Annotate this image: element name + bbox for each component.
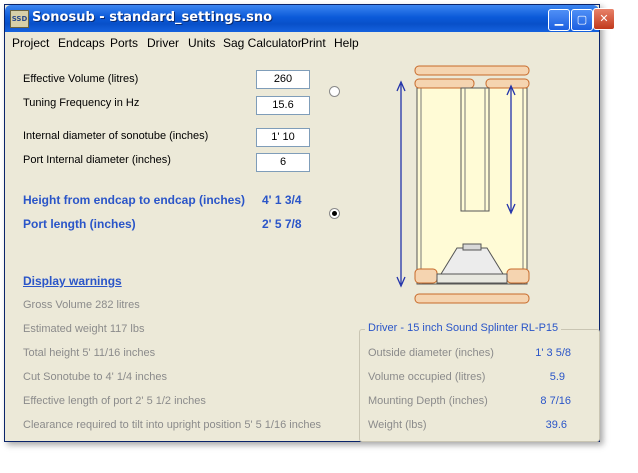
height-label: Height from endcap to endcap (inches) (23, 193, 246, 207)
port-length-radio[interactable] (329, 208, 340, 219)
subwoofer-diagram-svg (396, 65, 530, 304)
driver-group-title: Driver - 15 inch Sound Splinter RL-P15 (365, 322, 562, 334)
menu-bar: Project Endcaps Ports Driver Units Sag C… (5, 32, 599, 52)
menu-help[interactable]: Help (334, 36, 359, 50)
bottom-endcap-right (506, 268, 530, 284)
tuning-frequency-label: Tuning Frequency in Hz (23, 97, 140, 109)
menu-print[interactable]: Print (301, 36, 326, 50)
window-title: Sonosub - standard_settings.sno (32, 10, 273, 25)
menu-driver[interactable]: Driver (147, 36, 179, 50)
top-endcap-outer (414, 65, 530, 76)
clearance-text: Clearance required to tilt into upright … (23, 419, 322, 431)
estimated-weight-text: Estimated weight 117 lbs (23, 323, 145, 335)
effective-port-length-text: Effective length of port 2' 5 1/2 inches (23, 395, 206, 407)
height-value: 4' 1 3/4 (262, 193, 302, 207)
minimize-button[interactable]: ▁ (548, 9, 570, 31)
bottom-endcap-outer (414, 293, 530, 304)
title-bar[interactable]: SSD Sonosub - standard_settings.sno ▁ ▢ (5, 5, 599, 32)
effective-volume-label: Effective Volume (litres) (23, 73, 139, 85)
tuning-frequency-input[interactable]: 15.6 (256, 96, 310, 115)
driver-magnet (462, 243, 482, 251)
subwoofer-diagram (385, 62, 535, 312)
top-endcap-right (485, 78, 530, 89)
driver-weight-label: Weight (lbs) (368, 419, 427, 431)
driver-basket (436, 273, 508, 284)
internal-diameter-input[interactable]: 1' 10 (256, 128, 310, 147)
gross-volume-text: Gross Volume 282 litres (23, 299, 140, 311)
volume-radio[interactable] (329, 86, 340, 97)
menu-project[interactable]: Project (12, 36, 49, 50)
driver-outside-diameter-value: 1' 3 5/8 (535, 347, 571, 359)
menu-units[interactable]: Units (188, 36, 215, 50)
effective-volume-input[interactable]: 260 (256, 70, 310, 89)
cut-sonotube-text: Cut Sonotube to 4' 1/4 inches (23, 371, 167, 383)
driver-mounting-depth-label: Mounting Depth (inches) (368, 395, 488, 407)
display-warnings-link[interactable]: Display warnings (23, 274, 122, 288)
port-diameter-label: Port Internal diameter (inches) (23, 154, 171, 166)
app-window: SSD Sonosub - standard_settings.sno ▁ ▢ … (4, 4, 600, 442)
bottom-endcap-left (414, 268, 438, 284)
menu-ports[interactable]: Ports (110, 36, 138, 50)
menu-endcaps[interactable]: Endcaps (58, 36, 105, 50)
port-length-label: Port length (inches) (23, 217, 136, 231)
port-diameter-input[interactable]: 6 (256, 153, 310, 172)
total-height-text: Total height 5' 11/16 inches (23, 347, 156, 359)
menu-sag-calculator[interactable]: Sag Calculator (223, 36, 302, 50)
driver-weight-value: 39.6 (545, 419, 567, 431)
close-button[interactable]: ✕ (593, 8, 615, 30)
driver-mounting-depth-value: 8 7/16 (540, 395, 571, 407)
radio-selected-dot (332, 211, 337, 216)
driver-volume-label: Volume occupied (litres) (368, 371, 486, 383)
driver-outside-diameter-label: Outside diameter (inches) (368, 347, 494, 359)
main-panel: Effective Volume (litres) 260 Tuning Fre… (5, 52, 600, 442)
internal-diameter-label: Internal diameter of sonotube (inches) (23, 130, 209, 142)
maximize-button[interactable]: ▢ (571, 9, 593, 31)
port-length-value: 2' 5 7/8 (262, 217, 302, 231)
app-icon: SSD (10, 10, 29, 28)
top-endcap-left (414, 78, 475, 89)
driver-volume-value: 5.9 (549, 371, 565, 383)
